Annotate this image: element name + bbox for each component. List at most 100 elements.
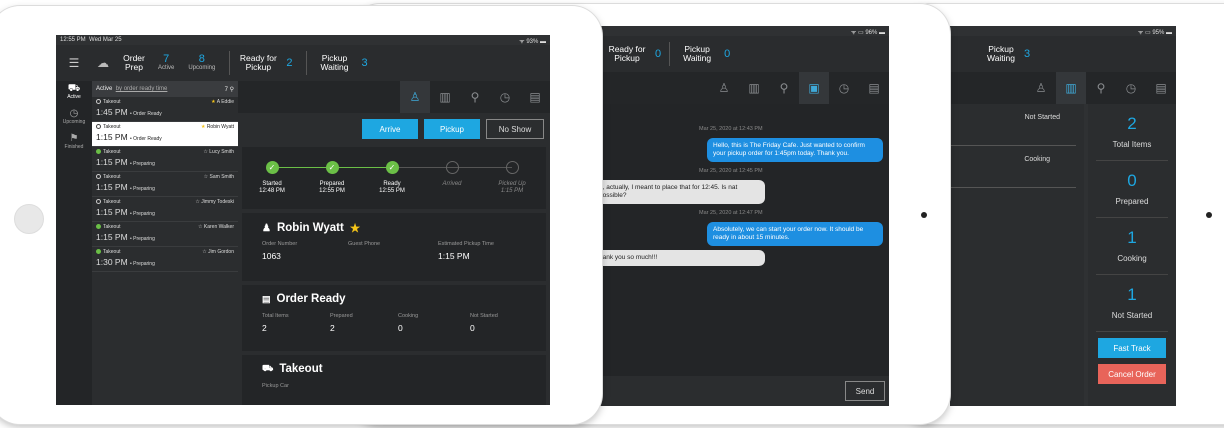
ready-for-pickup-stat[interactable]: Ready for Pickup 0 xyxy=(607,45,662,63)
order-status: • Preparing xyxy=(130,186,155,192)
send-button[interactable]: Send xyxy=(845,381,885,401)
nav-active[interactable]: ⛟ Active xyxy=(56,81,92,106)
customer-icon[interactable]: ♙ xyxy=(400,81,430,113)
cooking-count: 1 Cooking xyxy=(1088,228,1176,275)
order-row[interactable]: Takeout ☆ Karen Walker 1:15 PM • Preparing xyxy=(92,222,238,247)
receipt-icon[interactable]: ▤ xyxy=(859,72,889,104)
pickup-waiting-count: 3 xyxy=(1024,47,1031,60)
prepared-count: 0 Prepared xyxy=(1088,171,1176,218)
step-prepared: ✓ Prepared 12:55 PM xyxy=(302,161,362,195)
item-row: Not Started xyxy=(950,104,1076,146)
home-button[interactable] xyxy=(14,204,44,234)
top-bar: ☰ ☁ Order Prep 7 Active 8 Upcoming Ready f… xyxy=(56,45,550,81)
icon-tab-bar: ♙ ▥ ⚲ ◷ ▤ xyxy=(950,72,1176,104)
car-icon: ⛟ xyxy=(262,363,274,373)
customer-name: Robin Wyatt xyxy=(276,222,344,234)
step-label: Started xyxy=(262,181,282,187)
field-label: Guest Phone xyxy=(348,241,381,247)
order-time: 1:15 PM xyxy=(96,157,128,167)
customer-name: ☆ Jim Gordon xyxy=(202,249,234,255)
status-label: Preparing xyxy=(133,211,155,217)
fast-track-button[interactable]: Fast Track xyxy=(1098,338,1166,358)
arrive-button[interactable]: Arrive xyxy=(362,119,418,139)
order-list-header: Active by order ready time 7 ⚲ xyxy=(92,81,238,97)
count-value: 1 xyxy=(1127,285,1137,304)
order-progress: ✓ Started 12:48 PM ✓ Prepared 12:55 PM ✓ Read… xyxy=(242,147,546,209)
prepared-field: Prepared 2 xyxy=(330,313,398,333)
order-number: 1063 xyxy=(262,251,281,261)
menu-icon[interactable]: ☰ xyxy=(56,56,92,70)
customer-icon[interactable]: ♙ xyxy=(709,72,739,104)
pickup-waiting-label: Pickup Waiting xyxy=(683,44,712,63)
receipt-icon[interactable]: ▤ xyxy=(520,81,550,113)
cancel-order-button[interactable]: Cancel Order xyxy=(1098,364,1166,384)
clock-icon: ◷ xyxy=(69,108,79,119)
order-time: 1:15 PM xyxy=(96,232,128,242)
sort-link[interactable]: by order ready time xyxy=(116,86,168,92)
items-icon[interactable]: ▥ xyxy=(739,72,769,104)
cooking-field: Cooking 0 xyxy=(398,313,470,333)
upcoming-count: 8 xyxy=(198,52,205,65)
items-icon[interactable]: ▥ xyxy=(430,81,460,113)
count-value: 2 xyxy=(1127,114,1137,133)
search-icon[interactable]: ⚲ xyxy=(230,87,234,93)
receipt-icon[interactable]: ▤ xyxy=(1146,72,1176,104)
nav-upcoming[interactable]: ◷ Upcoming xyxy=(56,106,92,131)
customer-name: ☆ Sam Smith xyxy=(204,174,234,180)
star-icon: ☆ xyxy=(203,149,208,155)
pickup-waiting-stat[interactable]: Pickup Waiting 3 xyxy=(315,54,367,72)
chat-icon[interactable]: ▣ xyxy=(799,72,829,104)
pickup-waiting-stat[interactable]: Pickup Waiting 0 xyxy=(678,45,730,63)
order-row[interactable]: Takeout ★ A Eddie 1:45 PM • Order Ready xyxy=(92,97,238,122)
time-icon[interactable]: ◷ xyxy=(1116,72,1146,104)
active-label: Active xyxy=(158,64,175,71)
nav-finished[interactable]: ⚑ Finished xyxy=(56,131,92,156)
ready-count: 2 xyxy=(286,56,293,69)
order-row[interactable]: Takeout ☆ Jim Gordon 1:30 PM • Preparing xyxy=(92,247,238,272)
location-icon[interactable]: ⚲ xyxy=(1086,72,1116,104)
step-label: Prepared xyxy=(319,181,345,187)
order-prep-stat[interactable]: Order Prep 7 Active 8 Upcoming xyxy=(122,52,215,72)
step-label: Arrived xyxy=(442,181,462,187)
order-time: 1:15 PM xyxy=(96,207,128,217)
order-prep-label: Order Prep xyxy=(123,53,145,72)
status-label: Preparing xyxy=(133,161,155,167)
location-icon[interactable]: ⚲ xyxy=(460,81,490,113)
name-label: Robin Wyatt xyxy=(206,124,234,130)
ready-for-pickup-stat[interactable]: Ready for Pickup 2 xyxy=(238,54,293,72)
location-icon[interactable]: ⚲ xyxy=(769,72,799,104)
pickup-waiting-stat[interactable]: Pickup Waiting 3 xyxy=(986,45,1030,63)
order-row[interactable]: Takeout ★ Robin Wyatt 1:15 PM • Order Read… xyxy=(92,122,238,147)
count-value: 0 xyxy=(1127,171,1137,190)
name-label: Sam Smith xyxy=(209,174,234,180)
order-row[interactable]: Takeout ☆ Sam Smith 1:15 PM • Preparing xyxy=(92,172,238,197)
timestamp: Mar 25, 2020 at 12:43 PM xyxy=(699,126,763,132)
star-icon: ★ xyxy=(200,124,206,130)
order-time: 1:15 PM xyxy=(96,182,128,192)
order-status: • Order Ready xyxy=(130,136,162,142)
order-row[interactable]: Takeout ☆ Lucy Smith 1:15 PM • Preparing xyxy=(92,147,238,172)
order-row[interactable]: Takeout ☆ Jimmy Todeski 1:15 PM • Preparin… xyxy=(92,197,238,222)
order-time: 1:30 PM xyxy=(96,257,128,267)
battery-label: ᯤ ▭ 96% ▬ xyxy=(850,30,885,36)
time-icon[interactable]: ◷ xyxy=(490,81,520,113)
pickup-button[interactable]: Pickup xyxy=(424,119,480,139)
customer-icon[interactable]: ♙ xyxy=(1026,72,1056,104)
status-time: 12:55 PM Wed Mar 25 xyxy=(60,37,122,43)
customer-name: ☆ Karen Walker xyxy=(198,224,234,230)
time-icon[interactable]: ◷ xyxy=(829,72,859,104)
items-icon[interactable]: ▥ xyxy=(1056,72,1086,104)
status-label: Order Ready xyxy=(133,111,162,117)
upcoming-stat: 8 Upcoming xyxy=(188,52,215,72)
step-ready: ✓ Ready 12:55 PM xyxy=(362,161,422,195)
top-bar: Pickup Waiting 3 xyxy=(950,36,1176,72)
field-label: Prepared xyxy=(330,313,353,319)
finished-icon: ⚑ xyxy=(69,133,79,144)
list-count: 7 xyxy=(224,86,228,93)
left-nav: ⛟ Active ◷ Upcoming ⚑ Finished xyxy=(56,81,92,405)
status-dot xyxy=(96,149,101,155)
no-show-button[interactable]: No Show xyxy=(486,119,544,139)
active-stat: 7 Active xyxy=(158,53,175,72)
order-time-line: 1:15 PM • Preparing xyxy=(96,182,234,192)
order-time-line: 1:45 PM • Order Ready xyxy=(96,107,234,117)
